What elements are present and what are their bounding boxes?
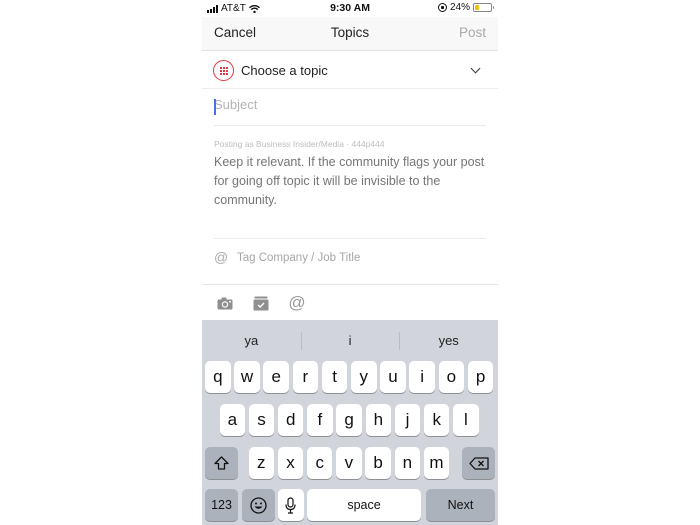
key-l[interactable]: l xyxy=(453,404,479,436)
key-p[interactable]: p xyxy=(467,361,494,393)
key-a[interactable]: a xyxy=(219,404,246,436)
battery-icon xyxy=(473,3,494,12)
key-z[interactable]: z xyxy=(248,447,275,479)
divider xyxy=(214,238,486,239)
key-q[interactable]: q xyxy=(205,361,231,393)
backspace-icon xyxy=(468,456,489,470)
keyboard: ya i yes q w e r t y u i o p a s d f g h j k l z x c v b n m 123 sp… xyxy=(202,320,498,525)
key-i[interactable]: i xyxy=(409,361,435,393)
camera-button[interactable] xyxy=(216,294,234,312)
key-b[interactable]: b xyxy=(365,447,391,479)
post-button[interactable]: Post xyxy=(459,25,486,40)
chevron-down-icon xyxy=(470,63,481,74)
body-input[interactable] xyxy=(214,153,488,239)
key-u[interactable]: u xyxy=(380,361,406,393)
tag-company-label: Tag Company / Job Title xyxy=(237,252,361,264)
key-j[interactable]: j xyxy=(394,404,421,436)
suggestion[interactable]: ya xyxy=(202,320,301,360)
key-h[interactable]: h xyxy=(365,404,392,436)
suggestion[interactable]: i xyxy=(300,320,400,360)
key-f[interactable]: f xyxy=(307,404,333,436)
cancel-button[interactable]: Cancel xyxy=(214,25,256,40)
posting-as-label: Posting as Business Insider/Media · 444p… xyxy=(214,139,385,149)
key-d[interactable]: d xyxy=(277,404,304,436)
key-t[interactable]: t xyxy=(321,361,348,393)
key-m[interactable]: m xyxy=(423,447,450,479)
key-y[interactable]: y xyxy=(351,361,377,393)
text-caret xyxy=(214,99,216,115)
key-r[interactable]: r xyxy=(292,361,319,393)
key-k[interactable]: k xyxy=(423,404,450,436)
divider xyxy=(202,284,498,285)
at-icon: @ xyxy=(288,293,306,312)
space-key[interactable]: space xyxy=(307,489,421,521)
key-g[interactable]: g xyxy=(336,404,362,436)
suggestion-bar: ya i yes xyxy=(202,320,498,360)
key-c[interactable]: c xyxy=(306,447,333,479)
shift-key[interactable] xyxy=(205,447,238,479)
grid-icon xyxy=(213,60,234,81)
attachment-toolbar: @ xyxy=(216,292,306,314)
subject-field-wrapper xyxy=(214,89,486,126)
backspace-key[interactable] xyxy=(462,447,495,479)
at-icon: @ xyxy=(214,249,229,265)
status-bar: AT&T 9:30 AM 24% xyxy=(202,0,498,17)
key-e[interactable]: e xyxy=(263,361,289,393)
emoji-icon xyxy=(249,496,267,514)
topic-selector[interactable]: Choose a topic xyxy=(202,52,498,89)
mention-button[interactable]: @ xyxy=(288,294,306,312)
key-x[interactable]: x xyxy=(277,447,304,479)
microphone-icon xyxy=(285,496,296,514)
shift-icon xyxy=(214,456,229,470)
inbox-check-icon xyxy=(253,296,269,310)
key-v[interactable]: v xyxy=(336,447,362,479)
inbox-button[interactable] xyxy=(252,294,270,312)
nav-bar: Cancel Topics Post xyxy=(202,17,498,51)
camera-icon xyxy=(217,297,233,309)
emoji-key[interactable] xyxy=(241,489,275,521)
suggestion[interactable]: yes xyxy=(399,320,498,360)
numbers-key[interactable]: 123 xyxy=(205,489,238,521)
tag-company-field[interactable]: @ Tag Company / Job Title xyxy=(214,248,486,272)
key-s[interactable]: s xyxy=(248,404,275,436)
rotation-lock-icon xyxy=(437,3,447,12)
key-o[interactable]: o xyxy=(438,361,465,393)
subject-input[interactable] xyxy=(214,97,486,112)
key-n[interactable]: n xyxy=(394,447,421,479)
next-key[interactable]: Next xyxy=(426,489,495,521)
phone-screen: AT&T 9:30 AM 24% Cancel Topics Post Choo… xyxy=(202,0,498,525)
status-right: 24% xyxy=(437,2,494,13)
key-w[interactable]: w xyxy=(234,361,260,393)
battery-fill xyxy=(475,5,479,10)
dictation-key[interactable] xyxy=(278,489,304,521)
topic-label: Choose a topic xyxy=(241,63,328,78)
battery-percent: 24% xyxy=(449,2,470,13)
